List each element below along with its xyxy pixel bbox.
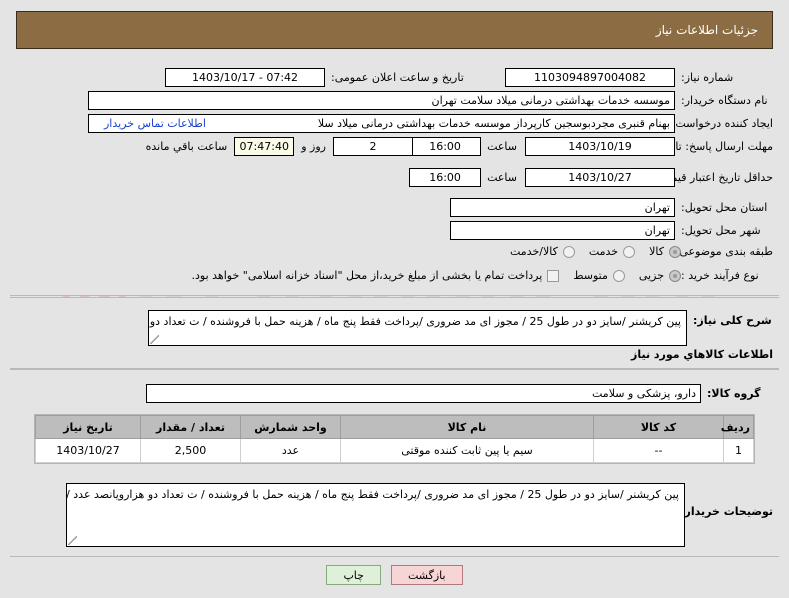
buyer-notes-label: توضیحات خریدار:	[680, 505, 773, 518]
radio-option-kala[interactable]: کالا	[649, 245, 681, 258]
radio-label-kala: کالا	[649, 245, 664, 258]
province-label: استان محل تحویل:	[681, 201, 768, 214]
need-info-panel: شماره نیاز: 1103094897004082 تاریخ و ساع…	[10, 58, 779, 296]
description-value[interactable]: پین کریشنر /سایز دو در طول 25 / مجوز ای …	[148, 310, 687, 346]
buyer-notes-value[interactable]: پین کریشنر /سایز دو در طول 25 / مجوز ای …	[66, 483, 685, 547]
col-header-unit: واحد شمارش	[240, 415, 341, 439]
col-header-quantity: تعداد / مقدار	[140, 415, 241, 439]
cell-row: 1	[723, 438, 754, 463]
remaining-days-label: روز و	[301, 140, 326, 153]
page-title-bar: جزئیات اطلاعات نیاز	[16, 11, 773, 49]
table-row[interactable]: 1 -- سیم یا پین ثابت کننده موقتی عدد 2,5…	[35, 438, 754, 463]
footer-button-bar: بازگشت چاپ	[0, 565, 789, 585]
goods-group-value[interactable]: دارو، پزشکی و سلامت	[146, 384, 701, 403]
col-header-row: ردیف	[721, 415, 754, 439]
remaining-time-group: 2 روز و 07:47:40 ساعت باقي مانده	[146, 137, 413, 156]
radio-label-motavaset: متوسط	[573, 269, 608, 282]
field-price-validity: حداقل تاریخ اعتبار قیمت: تا تاریخ: 1403/…	[409, 168, 773, 187]
buyer-org-label: نام دستگاه خریدار:	[681, 94, 768, 107]
field-announce-datetime: تاریخ و ساعت اعلان عمومی: 07:42 - 1403/1…	[165, 68, 489, 87]
process-label: نوع فرآیند خرید :	[681, 269, 759, 282]
validity-label: حداقل تاریخ اعتبار قیمت: تا تاریخ:	[618, 171, 773, 184]
field-buyer-org: نام دستگاه خریدار: موسسه خدمات بهداشتی د…	[88, 91, 773, 110]
need-number-label: شماره نیاز:	[681, 71, 734, 84]
checkbox-icon-treasury[interactable]	[547, 269, 560, 282]
col-header-name: نام کالا	[340, 415, 594, 439]
deadline-hour[interactable]: 16:00	[409, 137, 482, 156]
city-value[interactable]: تهران	[450, 221, 675, 240]
field-buyer-notes: توضیحات خریدار: پین کریشنر /سایز دو در ط…	[66, 483, 773, 547]
radio-icon-kala-khedmat[interactable]	[562, 245, 575, 258]
remaining-days: 2	[333, 137, 413, 156]
field-province: استان محل تحویل: تهران	[450, 198, 773, 217]
deadline-label: مهلت ارسال پاسخ: تا تاریخ:	[646, 140, 773, 153]
radio-option-motavaset[interactable]: متوسط	[573, 269, 625, 282]
announce-label: تاریخ و ساعت اعلان عمومی:	[331, 71, 464, 84]
radio-icon-khedmat[interactable]	[623, 245, 636, 258]
buyer-contact-link[interactable]: اطلاعات تماس خریدار	[104, 117, 206, 130]
goods-table: ردیف کد کالا نام کالا واحد شمارش تعداد /…	[35, 415, 754, 463]
back-button[interactable]: بازگشت	[390, 565, 463, 585]
validity-date[interactable]: 1403/10/27	[525, 168, 675, 187]
requester-label: ایجاد کننده درخواست:	[671, 117, 773, 130]
field-need-number: شماره نیاز: 1103094897004082	[505, 68, 773, 87]
footer-divider	[10, 556, 779, 557]
province-value[interactable]: تهران	[450, 198, 675, 217]
deadline-hour-label: ساعت	[487, 140, 517, 153]
city-label: شهر محل تحویل:	[681, 224, 761, 237]
field-city: شهر محل تحویل: تهران	[450, 221, 773, 240]
validity-hour[interactable]: 16:00	[409, 168, 482, 187]
page-title: جزئیات اطلاعات نیاز	[655, 23, 758, 37]
cell-name: سیم یا پین ثابت کننده موقتی	[340, 438, 594, 463]
checkbox-treasury-note[interactable]: پرداخت تمام یا بخشی از مبلغ خرید،از محل …	[192, 269, 560, 282]
cell-code: --	[593, 438, 724, 463]
col-header-need-date: تاریخ نیاز	[35, 415, 141, 439]
cell-quantity: 2,500	[140, 438, 241, 463]
deadline-date[interactable]: 1403/10/19	[525, 137, 675, 156]
treasury-note-label: پرداخت تمام یا بخشی از مبلغ خرید،از محل …	[191, 269, 543, 282]
radio-icon-motavaset[interactable]	[612, 269, 625, 282]
need-number-value[interactable]: 1103094897004082	[505, 68, 675, 87]
goods-table-wrapper: ردیف کد کالا نام کالا واحد شمارش تعداد /…	[34, 414, 755, 464]
buyer-notes-panel: توضیحات خریدار: پین کریشنر /سایز دو در ط…	[10, 477, 779, 555]
goods-section-title: اطلاعات کالاهاي مورد نیاز	[631, 348, 773, 361]
cell-unit: عدد	[240, 438, 341, 463]
page-root: @iriatender.net جزئیات اطلاعات نیاز شمار…	[0, 0, 789, 598]
field-subject-category: طبقه بندی موضوعی: کالا خدمت کالا/خدمت	[496, 245, 773, 258]
col-header-code: کد کالا	[593, 415, 724, 439]
radio-icon-kala[interactable]	[669, 245, 681, 258]
goods-group-label: گروه کالا:	[707, 387, 761, 400]
announce-value[interactable]: 07:42 - 1403/10/17	[165, 68, 325, 87]
radio-option-khedmat[interactable]: خدمت	[588, 245, 636, 258]
cell-need-date: 1403/10/27	[35, 438, 141, 463]
description-label: شرح کلی نیاز:	[693, 314, 772, 327]
field-deadline: مهلت ارسال پاسخ: تا تاریخ: 1403/10/19 سا…	[409, 137, 773, 156]
radio-label-kala-khedmat: کالا/خدمت	[510, 245, 558, 258]
remaining-time-label: ساعت باقي مانده	[145, 140, 228, 153]
radio-label-jozii: جزیی	[638, 269, 664, 282]
field-need-description: شرح کلی نیاز: پین کریشنر /سایز دو در طول…	[148, 310, 773, 346]
need-description-panel: شرح کلی نیاز: پین کریشنر /سایز دو در طول…	[10, 297, 779, 369]
buyer-org-value[interactable]: موسسه خدمات بهداشتی درمانی میلاد سلامت ت…	[88, 91, 675, 110]
print-button[interactable]: چاپ	[326, 565, 381, 585]
validity-hour-label: ساعت	[487, 171, 517, 184]
radio-option-jozii[interactable]: جزیی	[639, 269, 681, 282]
radio-option-kala-khedmat[interactable]: کالا/خدمت	[510, 245, 575, 258]
category-label: طبقه بندی موضوعی:	[675, 245, 773, 258]
radio-icon-jozii[interactable]	[669, 269, 681, 282]
remaining-time: 07:47:40	[234, 137, 295, 156]
table-header-row: ردیف کد کالا نام کالا واحد شمارش تعداد /…	[35, 415, 754, 439]
radio-label-khedmat: خدمت	[588, 245, 619, 258]
field-goods-group: گروه کالا: دارو، پزشکی و سلامت	[146, 384, 773, 403]
field-purchase-process: نوع فرآیند خرید : جزیی متوسط پرداخت تمام…	[178, 269, 773, 282]
